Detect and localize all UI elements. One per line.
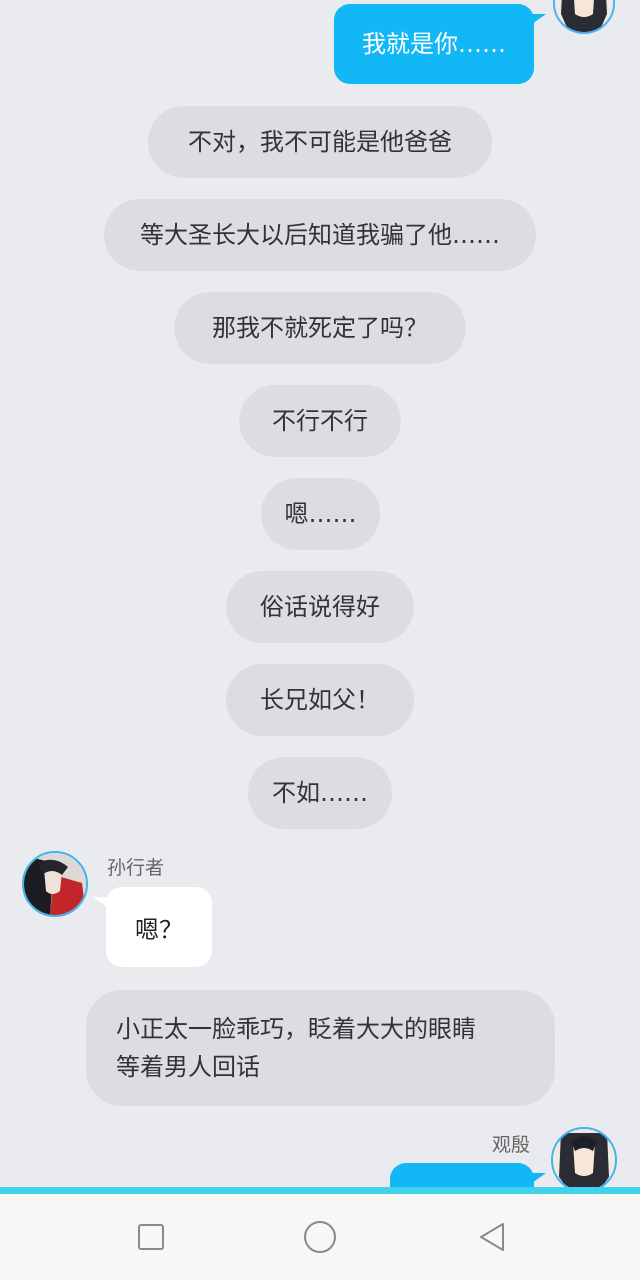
accent-divider	[0, 1187, 640, 1194]
narration-bubble[interactable]: 等大圣长大以后知道我骗了他……	[104, 199, 536, 271]
narration-text: 俗话说得好	[260, 593, 380, 621]
incoming-message-bubble[interactable]: 嗯？	[106, 887, 212, 967]
narration-text: 嗯……	[284, 500, 357, 528]
narration-text: 那我不就死定了吗？	[212, 314, 428, 342]
avatar-image	[553, 1129, 615, 1188]
self-name: 观殷	[492, 1134, 531, 1156]
back-button[interactable]	[462, 1212, 522, 1262]
chat-area[interactable]: 我就是你…… 不对，我不可能是他爸爸 等大圣长大以后知道我骗了他…… 那我不就死…	[0, 0, 640, 1188]
square-icon	[138, 1224, 164, 1250]
self-avatar[interactable]	[553, 0, 615, 34]
sender-name: 孙行者	[107, 857, 165, 879]
system-navigation-bar	[0, 1194, 640, 1280]
message-text: 我就是你……	[362, 30, 506, 58]
narration-text: 小正太一脸乖巧，眨着大大的眼睛 等着男人回话	[116, 1010, 476, 1086]
avatar-image	[555, 0, 613, 32]
narration-bubble[interactable]: 俗话说得好	[226, 571, 414, 643]
circle-icon	[304, 1221, 336, 1253]
recent-apps-button[interactable]	[121, 1212, 181, 1262]
home-button[interactable]	[290, 1212, 350, 1262]
narration-bubble[interactable]: 不对，我不可能是他爸爸	[148, 106, 492, 178]
outgoing-message-bubble[interactable]	[390, 1163, 534, 1188]
narration-bubble[interactable]: 那我不就死定了吗？	[174, 292, 466, 364]
avatar-image	[24, 853, 86, 915]
narration-bubble[interactable]: 嗯……	[261, 478, 380, 550]
narration-text: 长兄如父！	[260, 686, 380, 714]
narration-text: 等大圣长大以后知道我骗了他……	[140, 221, 500, 249]
narration-text: 不对，我不可能是他爸爸	[188, 128, 452, 156]
narration-bubble[interactable]: 不行不行	[239, 385, 401, 457]
sender-avatar[interactable]	[22, 851, 88, 917]
bubble-tail	[532, 14, 546, 24]
narration-text: 不如……	[272, 779, 368, 807]
triangle-back-icon	[480, 1223, 504, 1251]
narration-line: 小正太一脸乖巧，眨着大大的眼睛	[116, 1015, 476, 1043]
self-avatar[interactable]	[551, 1127, 617, 1188]
bubble-tail	[93, 897, 107, 907]
narration-bubble[interactable]: 小正太一脸乖巧，眨着大大的眼睛 等着男人回话	[86, 990, 555, 1106]
bubble-tail	[532, 1173, 546, 1183]
narration-line: 等着男人回话	[116, 1053, 260, 1081]
narration-bubble[interactable]: 长兄如父！	[226, 664, 414, 736]
message-text: 嗯？	[135, 915, 183, 944]
narration-text: 不行不行	[272, 407, 368, 435]
outgoing-message-bubble[interactable]: 我就是你……	[334, 4, 534, 84]
narration-bubble[interactable]: 不如……	[248, 757, 392, 829]
